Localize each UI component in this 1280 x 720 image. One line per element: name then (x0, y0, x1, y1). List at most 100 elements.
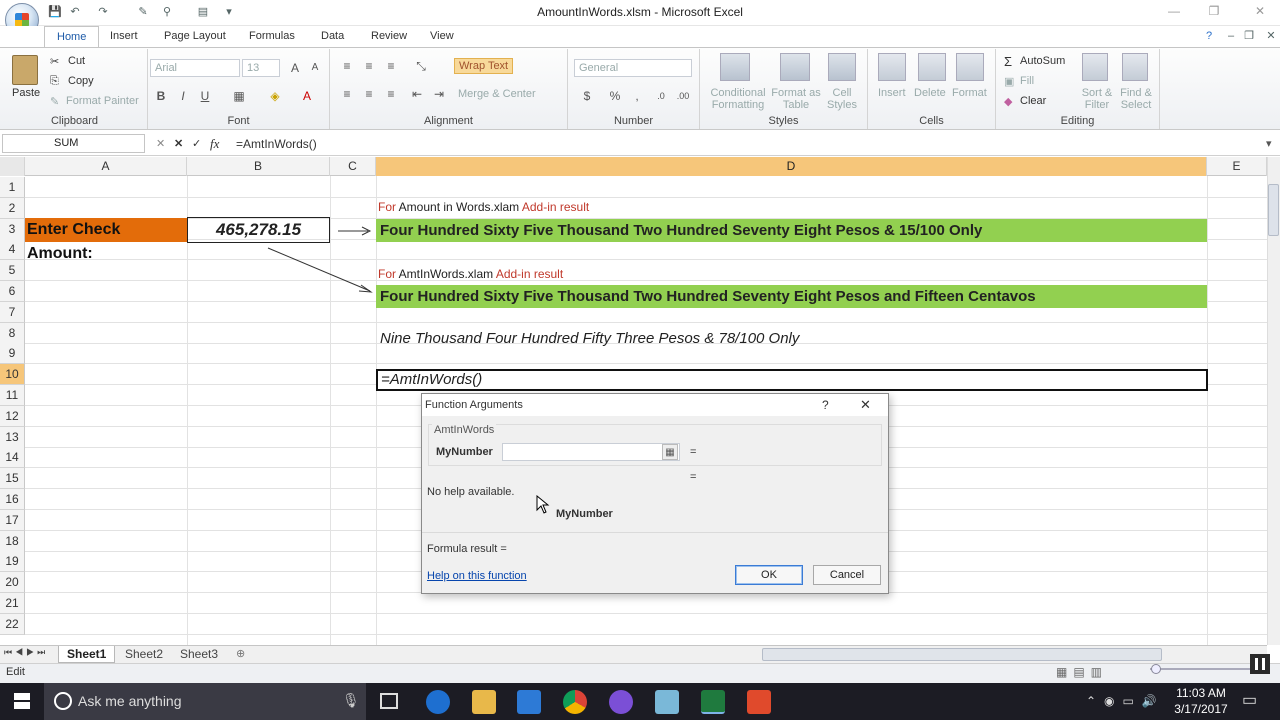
italic-icon[interactable]: I (174, 87, 192, 105)
format-table-button[interactable]: Format as Table (770, 87, 822, 111)
format-table-icon[interactable] (780, 53, 810, 81)
row-header[interactable]: 6 (0, 281, 25, 302)
tab-insert[interactable]: Insert (98, 26, 150, 47)
cell-d5[interactable]: For AmtInWords.xlam Add-in result (378, 267, 563, 281)
autosum-button[interactable]: AutoSum (1020, 55, 1065, 67)
zoom-slider[interactable] (1150, 668, 1250, 670)
zoom-out-icon[interactable] (1151, 664, 1161, 674)
row-header[interactable]: 7 (0, 302, 25, 323)
mynumber-input[interactable] (502, 443, 680, 461)
store-icon[interactable] (517, 690, 541, 714)
increase-decimal-icon[interactable]: .0 (652, 87, 670, 105)
grow-font-icon[interactable]: A (286, 59, 304, 77)
conditional-formatting-button[interactable]: Conditional Formatting (708, 87, 768, 111)
microphone-icon[interactable]: 🎙 (342, 692, 360, 709)
tab-page-layout[interactable]: Page Layout (152, 26, 238, 47)
format-painter-icon[interactable]: ✎ (50, 95, 59, 108)
task-view-icon[interactable] (380, 693, 398, 709)
file-explorer-icon[interactable] (472, 690, 496, 714)
minimize-icon[interactable]: — (1164, 4, 1184, 20)
restore-icon[interactable]: ❐ (1204, 4, 1224, 20)
row-header[interactable]: 22 (0, 614, 25, 635)
dialog-help-icon[interactable]: ? (822, 398, 829, 412)
format-painter-button[interactable]: Format Painter (66, 95, 139, 107)
decrease-decimal-icon[interactable]: .00 (674, 87, 692, 105)
clear-button[interactable]: Clear (1020, 95, 1046, 107)
clock-date[interactable]: 3/17/2017 (1172, 702, 1230, 716)
align-middle-icon[interactable]: ≡ (360, 57, 378, 75)
close-icon[interactable]: ✕ (1250, 4, 1270, 20)
row-header[interactable]: 21 (0, 593, 25, 614)
ok-button[interactable]: OK (735, 565, 803, 585)
select-all-corner[interactable] (0, 157, 25, 176)
formula-input[interactable]: =AmtInWords() (236, 137, 317, 151)
clock-time[interactable]: 11:03 AM (1176, 686, 1226, 700)
row-header[interactable]: 8 (0, 323, 25, 344)
chrome-icon[interactable] (563, 690, 587, 714)
system-tray-icons[interactable]: ⌃◉▭🔊 (1086, 694, 1165, 708)
delete-cells-icon[interactable] (918, 53, 946, 81)
font-name-select[interactable]: Arial (150, 59, 240, 77)
name-box[interactable]: SUM (2, 134, 145, 153)
row-header[interactable]: 9 (0, 343, 25, 364)
sheet-tab-sheet1[interactable]: Sheet1 (58, 646, 116, 663)
font-size-select[interactable]: 13 (242, 59, 280, 77)
align-left-icon[interactable]: ≡ (338, 85, 356, 103)
column-header-c[interactable]: C (330, 157, 376, 176)
cancel-button[interactable]: Cancel (813, 565, 881, 585)
row-header[interactable]: 1 (0, 177, 25, 198)
autosum-icon[interactable]: Σ (1004, 54, 1012, 69)
underline-icon[interactable]: U (196, 87, 214, 105)
align-center-icon[interactable]: ≡ (360, 85, 378, 103)
app-icon-purple[interactable] (609, 690, 633, 714)
help-on-function-link[interactable]: Help on this function (427, 570, 527, 582)
save-icon[interactable]: 💾 (48, 5, 62, 19)
row-header[interactable]: 20 (0, 572, 25, 593)
row-header[interactable]: 15 (0, 468, 25, 489)
cancel-formula-icon[interactable]: ✕ (174, 137, 183, 150)
cell-styles-icon[interactable] (828, 53, 856, 81)
expand-formula-icon[interactable]: ▾ (1266, 137, 1272, 150)
currency-icon[interactable]: $ (578, 87, 596, 105)
decrease-indent-icon[interactable]: ⇤ (408, 85, 426, 103)
fill-button[interactable]: Fill (1020, 75, 1034, 87)
align-top-icon[interactable]: ≡ (338, 57, 356, 75)
tab-home[interactable]: Home (44, 26, 100, 47)
paste-button[interactable]: Paste (12, 87, 40, 99)
row-header[interactable]: 19 (0, 551, 25, 572)
borders-icon[interactable]: ▦ (230, 87, 248, 105)
copy-button[interactable]: Copy (68, 75, 94, 87)
find-select-button[interactable]: Find & Select (1116, 87, 1156, 111)
column-header-a[interactable]: A (25, 157, 187, 176)
cell-d10-editing[interactable]: =AmtInWords() (376, 369, 1208, 391)
sort-filter-icon[interactable] (1082, 53, 1108, 81)
horizontal-scrollbar[interactable] (762, 648, 1162, 661)
row-header[interactable]: 5 (0, 260, 25, 281)
sheet-tab-sheet3[interactable]: Sheet3 (172, 646, 226, 663)
row-header[interactable]: 4 (0, 239, 25, 260)
insert-function-icon[interactable]: fx (210, 136, 219, 152)
copy-icon[interactable]: ⎘ (50, 75, 59, 88)
align-right-icon[interactable]: ≡ (382, 85, 400, 103)
notifications-icon[interactable]: ▭ (1242, 690, 1257, 710)
cut-icon[interactable]: ✂ (50, 55, 59, 68)
tab-review[interactable]: Review (359, 26, 419, 47)
range-select-icon[interactable]: ▦ (662, 444, 678, 460)
fill-icon[interactable]: ▣ (1004, 75, 1014, 88)
redo-icon[interactable]: ↷ (96, 5, 110, 19)
row-header[interactable]: 14 (0, 447, 25, 468)
view-buttons-icon[interactable]: ▦▤▥ (1056, 665, 1108, 679)
increase-indent-icon[interactable]: ⇥ (430, 85, 448, 103)
edge-icon[interactable] (426, 690, 450, 714)
column-header-d[interactable]: D (376, 157, 1207, 176)
chart-icon[interactable]: ✎ (136, 5, 150, 19)
row-header[interactable]: 3 (0, 219, 25, 240)
column-header-e[interactable]: E (1207, 157, 1267, 176)
row-header[interactable]: 11 (0, 385, 25, 406)
conditional-formatting-icon[interactable] (720, 53, 750, 81)
undo-icon[interactable]: ↶ (68, 5, 82, 19)
row-header[interactable]: 12 (0, 406, 25, 427)
pause-icon[interactable] (1250, 654, 1270, 674)
cell-a3[interactable]: Enter Check Amount: (25, 218, 187, 262)
orientation-icon[interactable]: ⤡ (412, 57, 430, 75)
